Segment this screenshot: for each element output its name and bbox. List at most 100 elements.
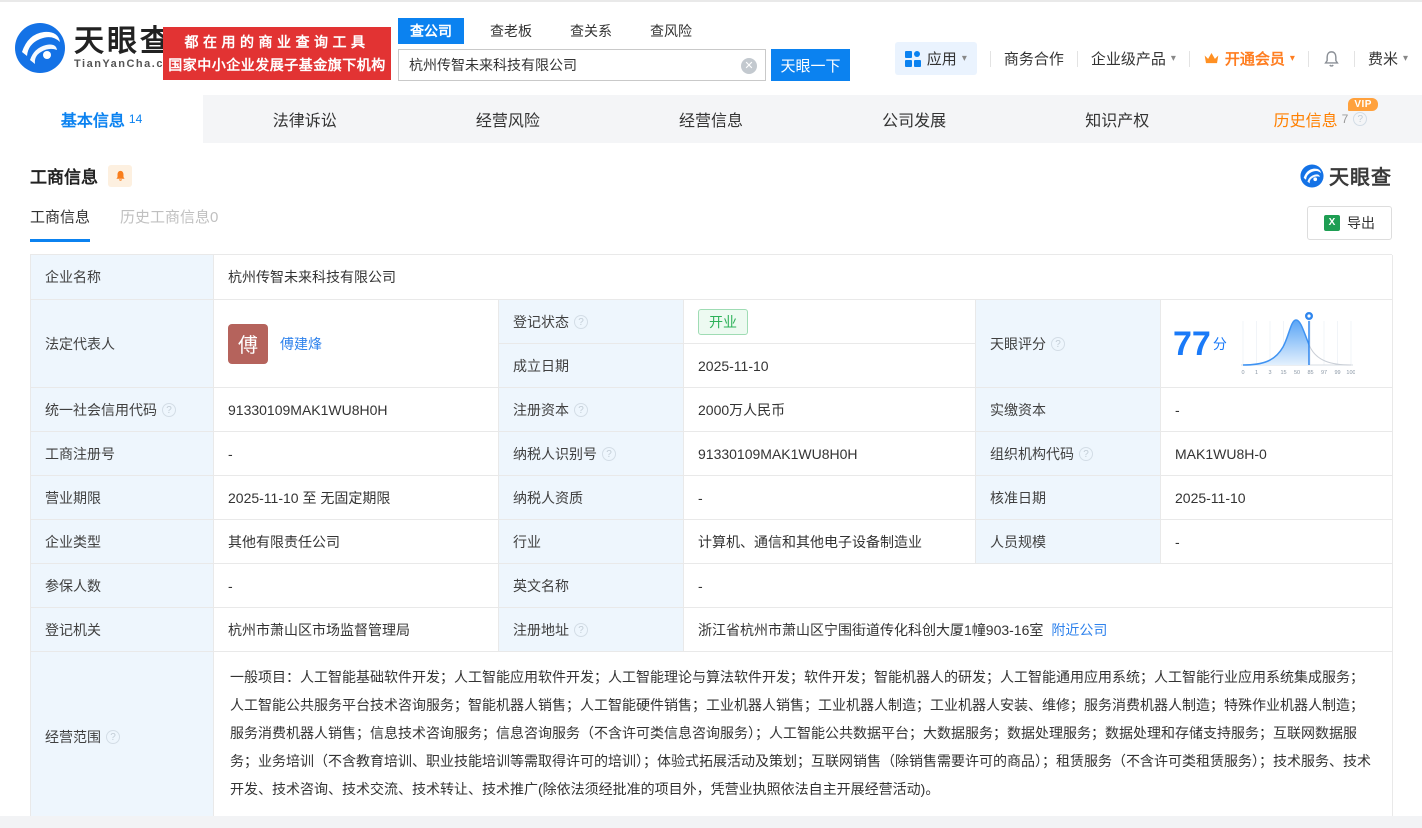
section-header: 工商信息 天眼查	[0, 143, 1422, 190]
nav-enterprise-products[interactable]: 企业级产品	[1091, 48, 1176, 69]
business-term-label: 营业期限	[31, 476, 214, 520]
company-type-label: 企业类型	[31, 520, 214, 564]
help-icon[interactable]	[106, 730, 120, 744]
tab-company-development[interactable]: 公司发展	[813, 95, 1016, 143]
taxpayer-quality-value: -	[684, 476, 976, 520]
subtab-history-business-info[interactable]: 历史工商信息0	[120, 206, 218, 242]
apps-grid-icon	[905, 51, 921, 67]
search-button[interactable]: 天眼一下	[771, 49, 850, 81]
reg-number-value: -	[214, 432, 499, 476]
tianyancha-mini-logo-icon	[1300, 164, 1324, 188]
nav-apps-menu[interactable]: 应用	[895, 42, 977, 75]
divider	[1189, 51, 1190, 67]
search-tab-relation[interactable]: 查关系	[558, 18, 624, 44]
divider	[990, 51, 991, 67]
score-value: 77	[1173, 327, 1211, 361]
top-nav: 应用 商务合作 企业级产品 开通会员	[895, 42, 1408, 75]
banner-line1: 都在用的商业查询工具	[185, 32, 370, 52]
search-tabs: 查公司 查老板 查关系 查风险	[398, 18, 850, 44]
credit-code-value: 91330109MAK1WU8H0H	[214, 388, 499, 432]
paid-capital-label: 实缴资本	[976, 388, 1161, 432]
excel-icon	[1324, 215, 1340, 231]
top-header: 天眼查 TianYanCha.com 都在用的商业查询工具 国家中小企业发展子基…	[0, 2, 1422, 95]
username-label: 费米	[1368, 48, 1398, 69]
search-area: 查公司 查老板 查关系 查风险 天眼一下	[398, 18, 850, 81]
nearby-companies-link[interactable]: 附近公司	[1051, 620, 1107, 640]
business-term-value: 2025-11-10 至 无固定期限	[214, 476, 499, 520]
industry-label: 行业	[499, 520, 684, 564]
tab-legal-litigation[interactable]: 法律诉讼	[203, 95, 406, 143]
approval-date-label: 核准日期	[976, 476, 1161, 520]
divider	[1354, 51, 1355, 67]
scope-label: 经营范围	[31, 652, 214, 822]
status-badge: 开业	[698, 309, 748, 335]
chevron-down-icon	[1171, 53, 1176, 64]
taxpayer-id-label: 纳税人识别号	[499, 432, 684, 476]
help-icon[interactable]	[1051, 337, 1065, 351]
help-icon[interactable]	[1353, 112, 1367, 126]
export-label: 导出	[1347, 213, 1375, 233]
tab-basic-info-count: 14	[129, 112, 142, 126]
watermark-logo: 天眼查	[1300, 161, 1392, 190]
tab-operation-risk[interactable]: 经营风险	[406, 95, 609, 143]
scope-value: 一般项目：人工智能基础软件开发；人工智能应用软件开发；人工智能理论与算法软件开发…	[214, 652, 1393, 822]
search-tab-company[interactable]: 查公司	[398, 18, 464, 44]
legal-rep-label: 法定代表人	[31, 300, 214, 388]
nav-enterprise-label: 企业级产品	[1091, 48, 1166, 69]
help-icon[interactable]	[574, 403, 588, 417]
notifications-button[interactable]	[1322, 49, 1341, 69]
help-icon[interactable]	[1079, 447, 1093, 461]
search-tab-risk[interactable]: 查风险	[638, 18, 704, 44]
section-title: 工商信息	[30, 163, 98, 188]
export-button[interactable]: 导出	[1307, 206, 1392, 240]
company-name-label: 企业名称	[31, 255, 214, 300]
subscribe-alert-button[interactable]	[108, 165, 132, 187]
legal-rep-avatar[interactable]: 傅	[228, 324, 268, 364]
tab-history-info[interactable]: VIP 历史信息 7	[1219, 95, 1422, 143]
established-value: 2025-11-10	[684, 344, 976, 388]
svg-text:1: 1	[1255, 370, 1258, 376]
paid-capital-value: -	[1161, 388, 1393, 432]
clear-search-icon[interactable]	[741, 58, 757, 74]
staff-size-label: 人员规模	[976, 520, 1161, 564]
tab-basic-info[interactable]: 基本信息 14	[0, 95, 203, 143]
industry-value: 计算机、通信和其他电子设备制造业	[684, 520, 976, 564]
chevron-down-icon	[1403, 53, 1408, 64]
score-cell[interactable]: 77 分	[1161, 300, 1393, 388]
subtab-business-info[interactable]: 工商信息	[30, 206, 90, 242]
credit-code-label: 统一社会信用代码	[31, 388, 214, 432]
search-tab-boss[interactable]: 查老板	[478, 18, 544, 44]
help-icon[interactable]	[574, 623, 588, 637]
nav-apps-label: 应用	[927, 48, 957, 69]
company-type-value: 其他有限责任公司	[214, 520, 499, 564]
legal-rep-cell: 傅 傅建烽	[214, 300, 499, 388]
help-icon[interactable]	[162, 403, 176, 417]
divider	[1077, 51, 1078, 67]
svg-text:15: 15	[1280, 370, 1286, 376]
help-icon[interactable]	[602, 447, 616, 461]
legal-rep-link[interactable]: 傅建烽	[280, 334, 322, 354]
address-label: 注册地址	[499, 608, 684, 652]
tab-history-count: 7	[1342, 112, 1349, 126]
reg-capital-label: 注册资本	[499, 388, 684, 432]
bell-icon	[114, 169, 127, 183]
tianyancha-logo[interactable]: 天眼查 TianYanCha.com	[14, 22, 183, 74]
subtab-row: 工商信息 历史工商信息0 导出	[0, 190, 1422, 242]
address-cell: 浙江省杭州市萧山区宁围街道传化科创大厦1幢903-16室 附近公司	[684, 608, 1393, 652]
established-label: 成立日期	[499, 344, 684, 388]
company-name-value: 杭州传智未来科技有限公司	[214, 255, 1393, 300]
tab-intellectual-property[interactable]: 知识产权	[1016, 95, 1219, 143]
search-input[interactable]	[399, 57, 729, 73]
business-info-table: 企业名称 杭州传智未来科技有限公司 法定代表人 傅 傅建烽 登记状态 开业 成立…	[30, 254, 1392, 822]
svg-text:50: 50	[1294, 370, 1300, 376]
address-value: 浙江省杭州市萧山区宁围街道传化科创大厦1幢903-16室	[698, 620, 1043, 640]
nav-open-vip[interactable]: 开通会员	[1203, 48, 1295, 69]
nav-user-menu[interactable]: 费米	[1368, 48, 1408, 69]
help-icon[interactable]	[574, 315, 588, 329]
staff-size-value: -	[1161, 520, 1393, 564]
insured-label: 参保人数	[31, 564, 214, 608]
reg-number-label: 工商注册号	[31, 432, 214, 476]
nav-business-cooperation[interactable]: 商务合作	[1004, 48, 1064, 69]
tab-operation-info[interactable]: 经营信息	[609, 95, 812, 143]
score-unit: 分	[1213, 334, 1227, 354]
